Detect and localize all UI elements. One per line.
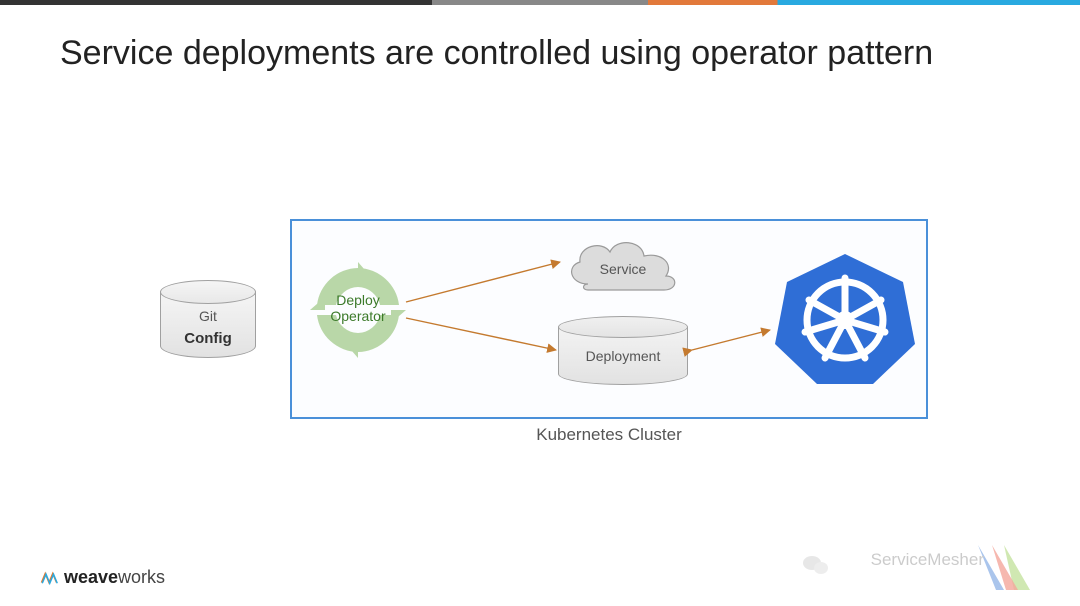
footer-brand: weaveworks	[40, 567, 165, 588]
footer-brand-text: weaveworks	[64, 567, 165, 588]
watermark-text: ServiceMesher	[871, 550, 984, 570]
watermark: ServiceMesher	[968, 535, 1040, 600]
connector-arrows	[0, 0, 1080, 606]
wechat-icon	[802, 553, 830, 582]
weaveworks-logo-icon	[40, 569, 58, 587]
slide: Service deployments are controlled using…	[0, 0, 1080, 606]
